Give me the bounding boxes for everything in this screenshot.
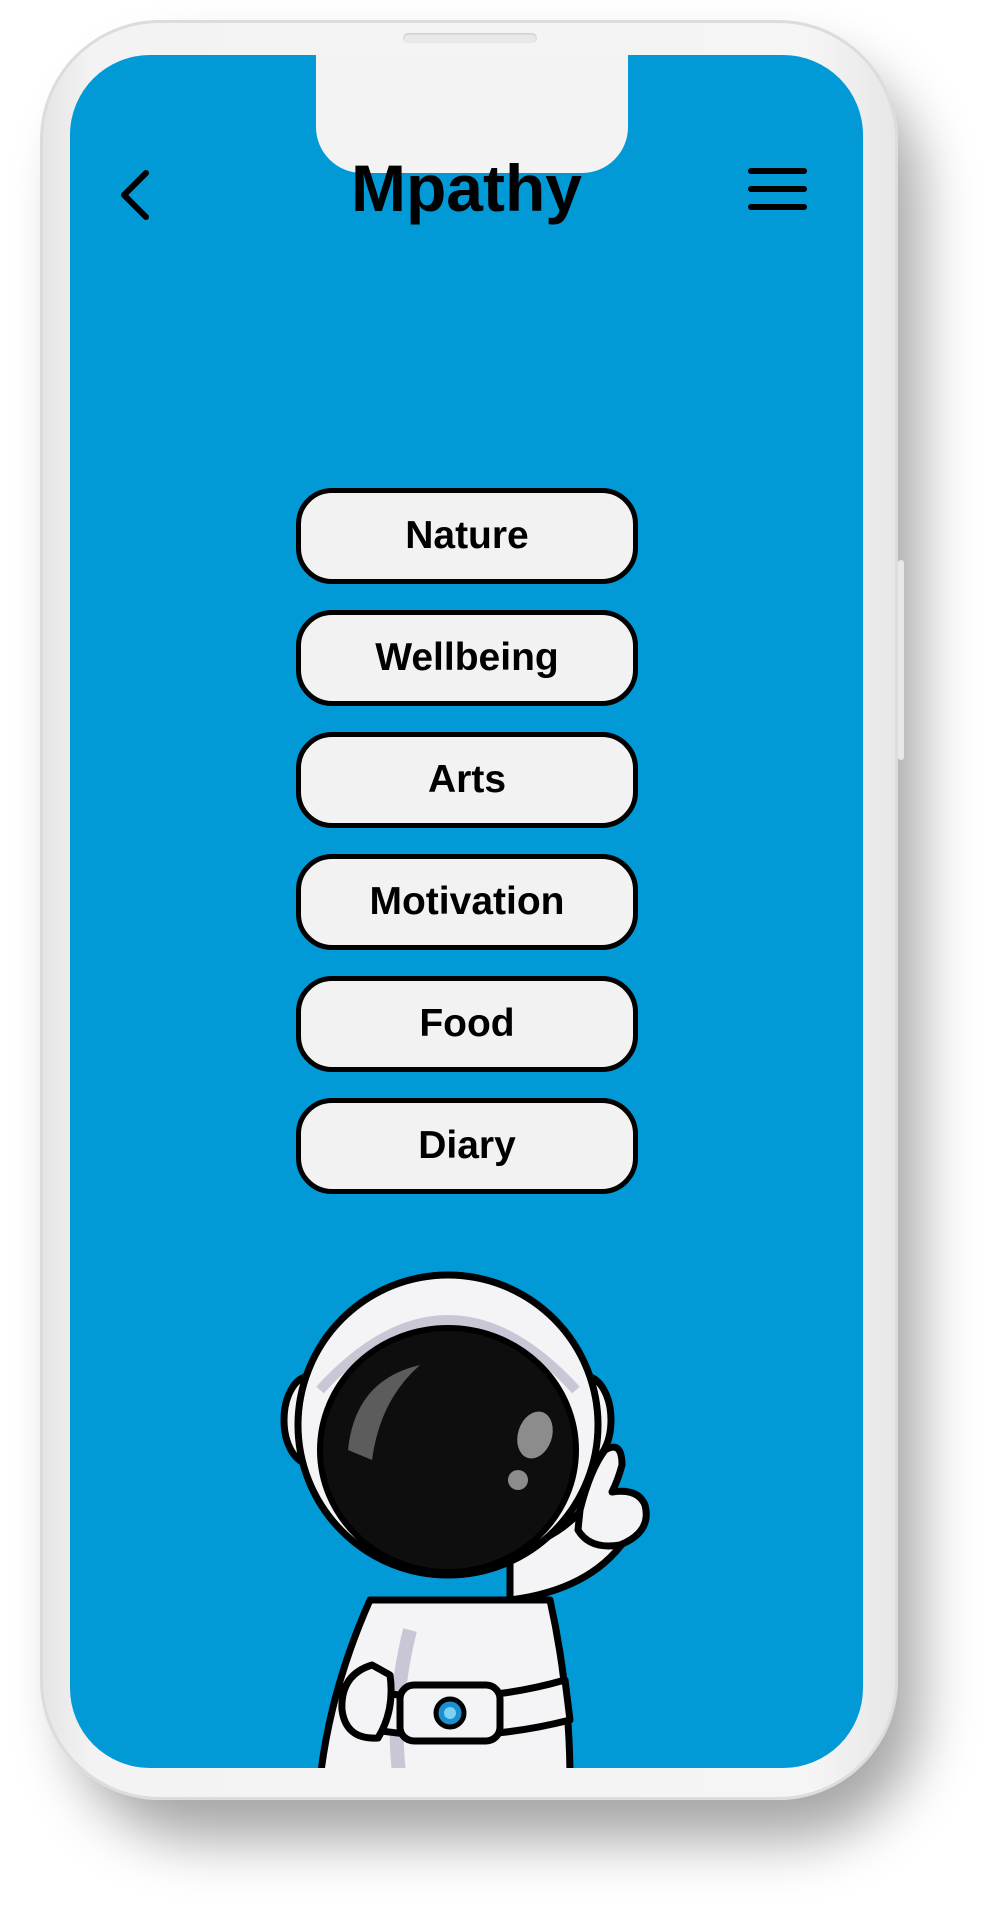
app-title: Mpathy (351, 151, 582, 225)
category-menu: Nature Wellbeing Arts Motivation Food Di… (296, 488, 638, 1220)
wellbeing-button[interactable]: Wellbeing (296, 610, 638, 706)
hamburger-menu-icon[interactable] (748, 165, 808, 215)
mockup-stage: Mpathy Nature Wellbeing Arts Motivation … (0, 0, 1000, 1909)
food-button[interactable]: Food (296, 976, 638, 1072)
phone-speaker (403, 33, 537, 43)
astronaut-illustration (260, 1270, 680, 1768)
phone-side-button (898, 560, 904, 760)
arts-button[interactable]: Arts (296, 732, 638, 828)
nature-button[interactable]: Nature (296, 488, 638, 584)
app-screen: Mpathy Nature Wellbeing Arts Motivation … (70, 55, 863, 1768)
diary-button[interactable]: Diary (296, 1098, 638, 1194)
motivation-button[interactable]: Motivation (296, 854, 638, 950)
